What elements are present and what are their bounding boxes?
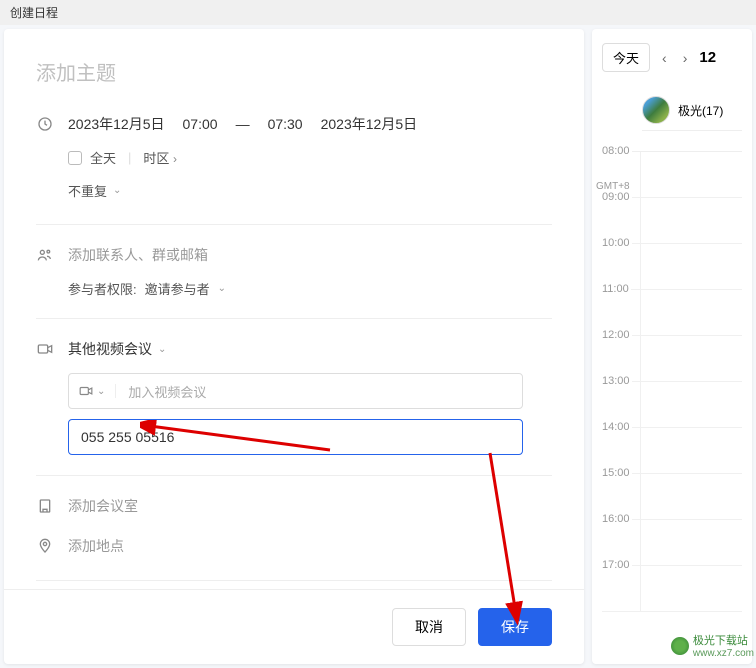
location-row: 添加地点 [36,536,552,556]
calendar-panel: 今天 ‹ › 12 极光(17) GMT+8 08:0009:0010:0011… [592,29,752,664]
form-body: 添加主题 2023年12月5日 07:00 — 07:30 2023年12月5日… [4,29,584,589]
timezone-link[interactable]: 时区 › [143,148,177,167]
time-label: 11:00 [600,283,631,295]
chevron-down-icon: ⌄ [97,386,105,397]
user-row[interactable]: 极光(17) [642,90,742,131]
join-meeting-row[interactable]: ⌄ 加入视频会议 [68,373,523,409]
create-event-panel: 添加主题 2023年12月5日 07:00 — 07:30 2023年12月5日… [4,29,584,664]
time-label: 17:00 [600,559,632,571]
people-icon [36,247,54,263]
time-label: 08:00 [600,145,632,157]
location-icon [36,538,54,554]
meeting-type-selector[interactable]: ⌄ [69,384,116,398]
room-icon [36,498,54,514]
time-label: 13:00 [600,375,632,387]
start-date[interactable]: 2023年12月5日 [68,114,165,134]
cancel-button[interactable]: 取消 [392,608,466,646]
today-button[interactable]: 今天 [602,43,650,72]
avatar [642,96,670,124]
datetime-row: 2023年12月5日 07:00 — 07:30 2023年12月5日 [36,114,552,134]
watermark-logo-icon [671,637,689,655]
time-label: 15:00 [600,467,632,479]
next-button[interactable]: › [679,48,692,68]
allday-label: 全天 [90,148,116,167]
room-input[interactable]: 添加会议室 [68,496,138,516]
time-separator: — [236,116,250,132]
watermark-name: 极光下载站 [693,632,754,648]
permission-value: 邀请参与者 [145,279,210,298]
calendar-header: 今天 ‹ › 12 [602,43,742,72]
video-meeting-label[interactable]: 其他视频会议⌄ [68,339,166,359]
save-button[interactable]: 保存 [478,608,552,646]
chevron-down-icon: ⌄ [218,283,226,294]
time-label: 09:00 [600,191,632,203]
datetime-values[interactable]: 2023年12月5日 07:00 — 07:30 2023年12月5日 [68,114,417,134]
allday-row: 全天 | 时区 › [68,148,552,167]
time-label: 12:00 [600,329,632,341]
watermark: 极光下载站 www.xz7.com [671,632,754,659]
meeting-code-input[interactable]: 055 255 05516 [68,419,523,455]
user-name: 极光(17) [678,102,723,119]
attendees-section: 添加联系人、群或邮箱 参与者权限: 邀请参与者 ⌄ [36,224,552,298]
chevron-right-icon: › [173,152,177,166]
video-meeting-section: 其他视频会议⌄ ⌄ 加入视频会议 055 255 05516 [36,318,552,455]
allday-checkbox[interactable] [68,151,82,165]
footer: 取消 保存 [4,589,584,664]
time-label: 10:00 [600,237,632,249]
time-label: 16:00 [600,513,632,525]
month-label: 12 [699,49,716,66]
attendees-input[interactable]: 添加联系人、群或邮箱 [68,245,208,265]
end-time[interactable]: 07:30 [268,116,303,132]
video-icon [36,341,54,357]
description-section: 添加描述 [36,580,552,589]
room-section: 添加会议室 [36,475,552,516]
event-title-input[interactable]: 添加主题 [36,57,552,86]
end-date[interactable]: 2023年12月5日 [321,114,418,134]
watermark-url: www.xz7.com [693,648,754,659]
permission-label: 参与者权限: [68,279,137,298]
meeting-code-value: 055 255 05516 [81,429,174,445]
permission-row[interactable]: 参与者权限: 邀请参与者 ⌄ [68,279,552,298]
prev-button[interactable]: ‹ [658,48,671,68]
time-label: 14:00 [600,421,632,433]
location-input[interactable]: 添加地点 [68,536,124,556]
clock-icon [36,116,54,132]
repeat-value: 不重复 [68,181,107,200]
repeat-selector[interactable]: 不重复 ⌄ [68,181,552,200]
time-slot[interactable]: 17:00 [602,566,742,612]
join-meeting-label: 加入视频会议 [116,382,206,401]
chevron-down-icon: ⌄ [113,185,121,196]
main-container: 添加主题 2023年12月5日 07:00 — 07:30 2023年12月5日… [0,25,756,668]
window-title: 创建日程 [0,0,756,25]
start-time[interactable]: 07:00 [183,116,218,132]
chevron-down-icon: ⌄ [158,344,166,355]
divider: | [128,150,131,165]
time-grid[interactable]: 08:0009:0010:0011:0012:0013:0014:0015:00… [602,151,742,612]
